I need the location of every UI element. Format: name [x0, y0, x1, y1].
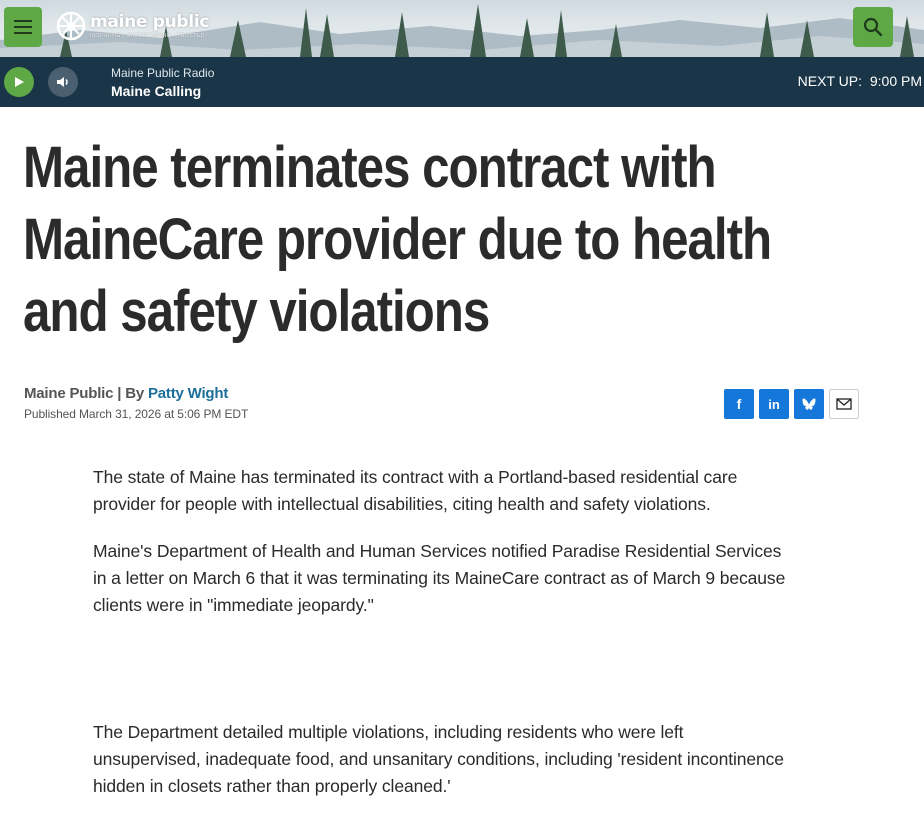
play-icon	[15, 77, 24, 87]
linkedin-icon: in	[768, 396, 780, 412]
hamburger-menu-icon	[14, 20, 32, 22]
hamburger-line	[14, 32, 32, 34]
play-button[interactable]	[4, 67, 34, 97]
now-playing[interactable]: Maine Public Radio Maine Calling	[111, 66, 214, 99]
menu-button[interactable]	[4, 7, 42, 47]
share-bluesky-button[interactable]	[794, 389, 824, 419]
share-email-button[interactable]	[829, 389, 859, 419]
byline-source: Maine Public	[24, 385, 114, 402]
email-icon	[836, 398, 852, 410]
maine-public-logo-icon	[56, 11, 86, 41]
volume-icon	[57, 77, 68, 87]
article-paragraph: The Department detailed multiple violati…	[93, 722, 784, 796]
search-icon	[863, 17, 883, 37]
volume-button[interactable]	[48, 67, 78, 97]
next-up[interactable]: NEXT UP: 9:00 PM	[798, 73, 922, 89]
share-buttons: f in	[724, 389, 859, 419]
next-up-label: NEXT UP:	[797, 73, 862, 89]
bluesky-icon	[802, 398, 816, 410]
article-paragraph: Maine's Department of Health and Human S…	[93, 541, 786, 615]
share-linkedin-button[interactable]: in	[759, 389, 789, 419]
hamburger-line	[14, 26, 32, 28]
station-name: Maine Public Radio	[111, 66, 215, 80]
author-link[interactable]: Patty Wight	[148, 385, 228, 402]
program-name: Maine Calling	[111, 83, 202, 99]
site-header: maine public INSPIRING · ENTERTAINING · …	[0, 0, 924, 57]
byline-separator: | By	[113, 385, 148, 402]
article-paragraph: The state of Maine has terminated its co…	[93, 467, 738, 514]
logo-tagline: INSPIRING · ENTERTAINING · TRUSTED	[90, 32, 206, 39]
published-date: Published March 31, 2026 at 5:06 PM EDT	[24, 407, 249, 421]
site-logo[interactable]: maine public INSPIRING · ENTERTAINING · …	[56, 8, 209, 44]
share-facebook-button[interactable]: f	[724, 389, 754, 419]
article-headline: Maine terminates contract with MaineCare…	[23, 135, 772, 344]
next-up-time: 9:00 PM	[869, 73, 922, 89]
facebook-icon: f	[736, 396, 742, 412]
logo-name: maine public	[90, 11, 210, 32]
search-button[interactable]	[853, 7, 893, 47]
byline: Maine Public | By Patty Wight	[24, 385, 228, 402]
audio-player-bar: Maine Public Radio Maine Calling NEXT UP…	[0, 57, 924, 107]
